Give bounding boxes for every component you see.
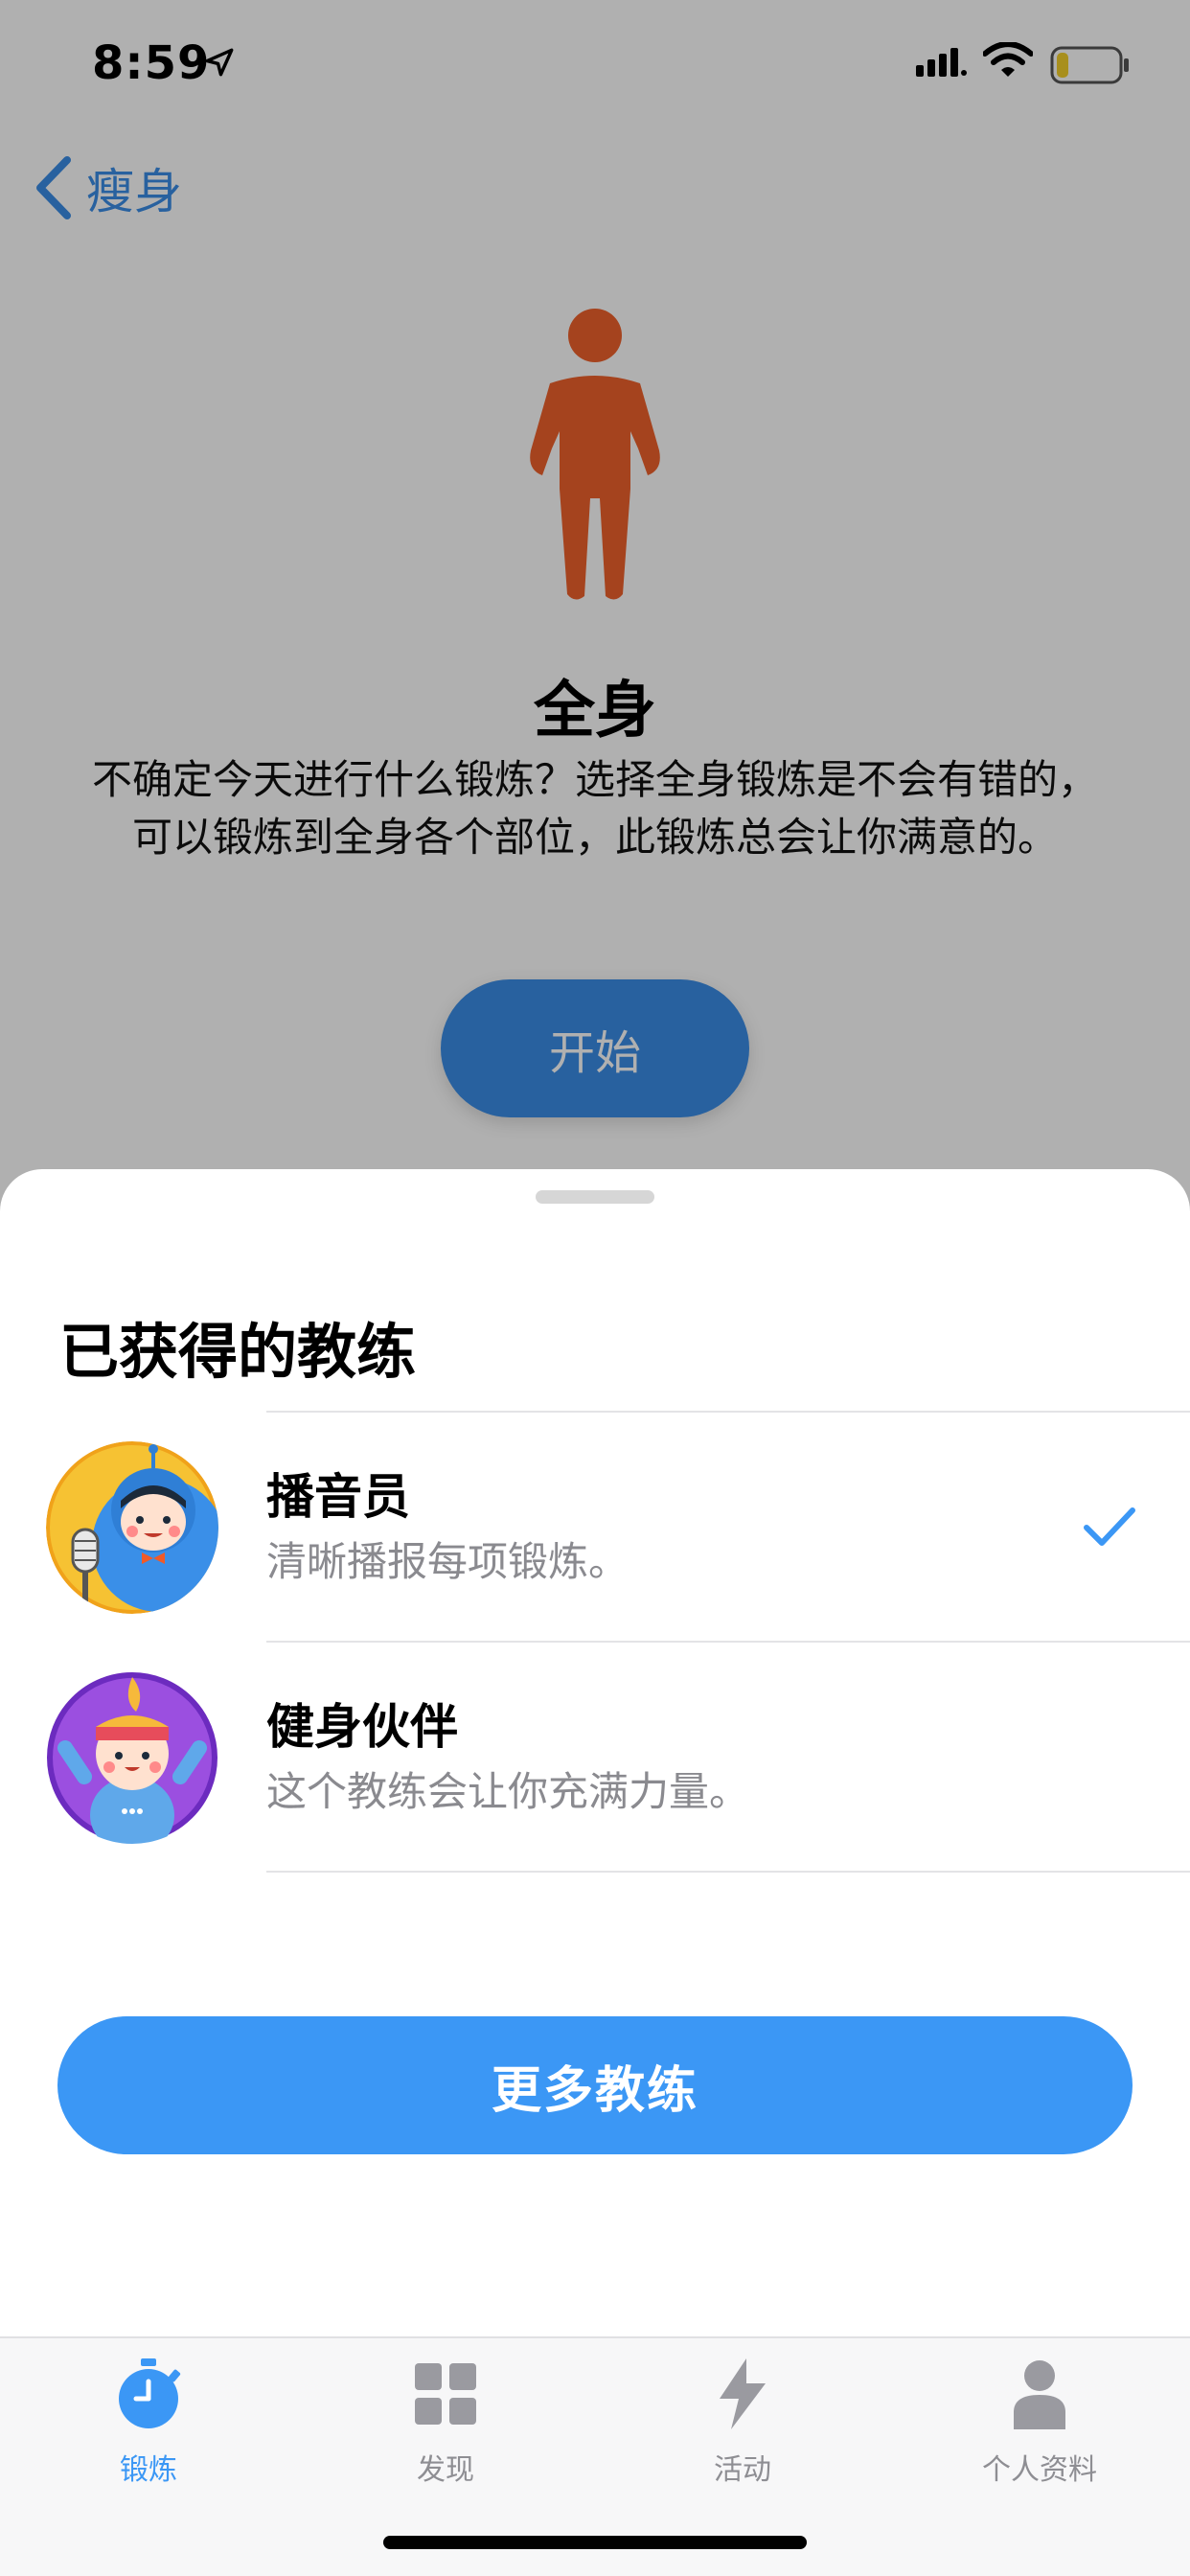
battery-low-icon: [1050, 46, 1129, 84]
tab-label: 锻炼: [120, 2453, 177, 2487]
location-arrow-icon: [205, 48, 234, 77]
coach-name: 播音员: [266, 1469, 410, 1525]
tab-workout[interactable]: 锻炼: [0, 2356, 297, 2499]
fitness-buddy-avatar: [47, 1672, 217, 1844]
grid-icon: [415, 2363, 476, 2425]
start-button[interactable]: 开始: [441, 979, 749, 1117]
tab-label: 活动: [714, 2453, 771, 2487]
coach-subtitle: 这个教练会让你充满力量。: [266, 1768, 750, 1815]
workout-description: 不确定今天进行什么锻炼？选择全身锻炼是不会有错的，可以锻炼到全身各个部位，此锻炼…: [91, 756, 1098, 861]
sheet-title: 已获得的教练: [59, 1317, 417, 1387]
back-button-label: 瘦身: [86, 164, 182, 219]
wifi-icon: [983, 42, 1033, 77]
home-indicator[interactable]: [383, 2536, 807, 2549]
cellular-signal-icon: [916, 48, 967, 77]
coach-row-fitness-buddy[interactable]: 健身伙伴 这个教练会让你充满力量。: [0, 1643, 1190, 1873]
coach-subtitle: 清晰播报每项锻炼。: [266, 1538, 629, 1585]
standing-person-icon: [530, 309, 660, 600]
more-coaches-button[interactable]: 更多教练: [57, 2016, 1133, 2154]
status-bar: 8:59: [0, 0, 1190, 126]
sheet-grabber[interactable]: [536, 1190, 654, 1204]
person-icon: [1014, 2360, 1065, 2429]
tab-activity[interactable]: 活动: [594, 2356, 891, 2499]
coach-row-announcer[interactable]: 播音员 清晰播报每项锻炼。: [0, 1413, 1190, 1643]
checkmark-icon: [1084, 1507, 1135, 1546]
workout-title: 全身: [534, 676, 656, 747]
status-time: 8:59: [92, 36, 211, 90]
tab-profile[interactable]: 个人资料: [891, 2356, 1188, 2499]
announcer-avatar: [46, 1441, 218, 1614]
back-button[interactable]: 瘦身: [34, 153, 182, 222]
divider: [266, 1871, 1190, 1873]
tab-discover[interactable]: 发现: [297, 2356, 594, 2499]
tab-label: 个人资料: [982, 2453, 1097, 2487]
stopwatch-icon: [119, 2358, 181, 2428]
coach-name: 健身伙伴: [266, 1699, 458, 1755]
chevron-left-icon: [36, 156, 71, 219]
workout-detail-screen: 8:59 瘦身 全身 不确定今天进行什么锻炼？选择全身锻炼是不会有错的，可以锻炼…: [0, 0, 1190, 1208]
lightning-icon: [720, 2358, 766, 2429]
tab-label: 发现: [417, 2453, 474, 2487]
